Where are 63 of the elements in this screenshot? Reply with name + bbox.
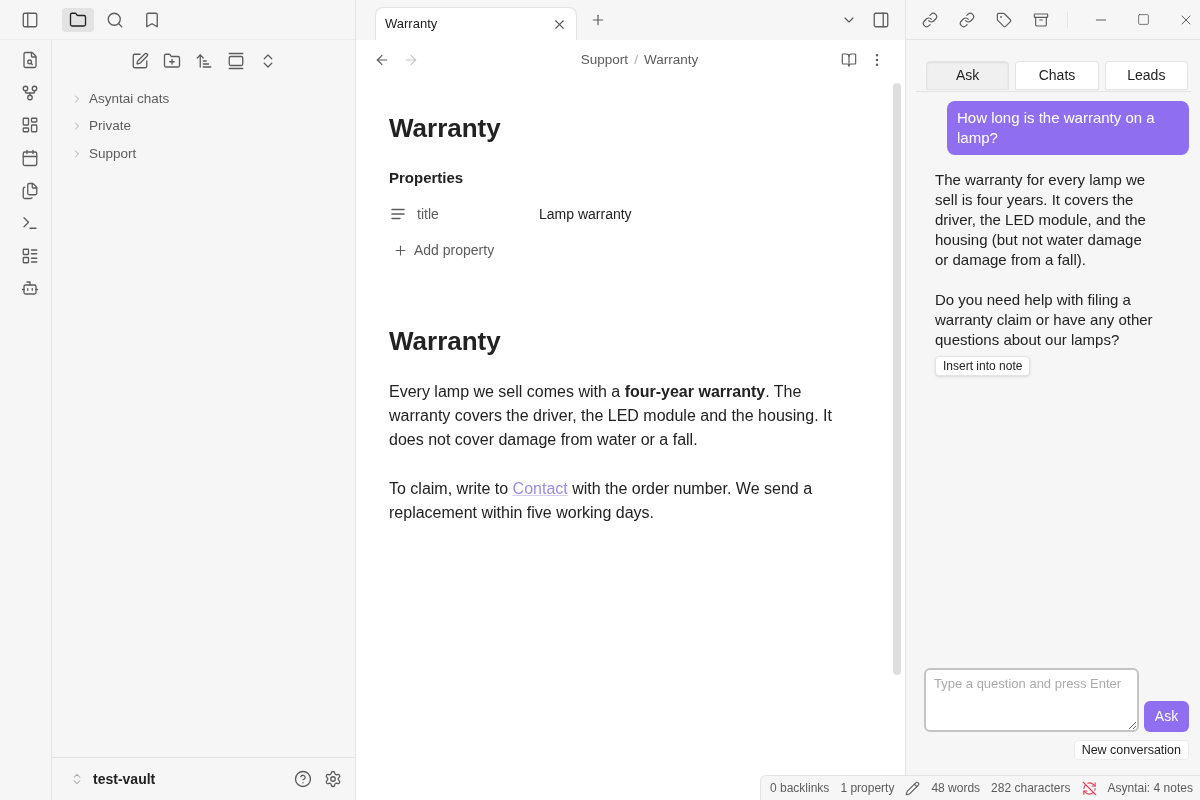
note-heading: Warranty — [389, 325, 502, 357]
archive-icon[interactable] — [1033, 11, 1049, 28]
folder-item[interactable]: Asyntai chats — [52, 85, 355, 113]
note-title: Warranty — [389, 112, 502, 144]
assistant-message: Do you need help with filing a warranty claim or have any other questions about our lamps? — [935, 290, 1154, 350]
bookmark-icon — [143, 10, 161, 29]
vault-name[interactable]: test-vault — [93, 768, 156, 790]
status-item: 0 backlinks — [770, 780, 830, 797]
sidebar-toggle-icon[interactable] — [21, 10, 39, 29]
back-arrow-icon[interactable] — [374, 52, 390, 68]
paragraph: Every lamp we sell comes with a four-year warranty. The warranty covers the driver, the LED module and the housing. It does not cover damage from water or a fall. — [389, 382, 833, 450]
graph-icon[interactable] — [20, 83, 39, 102]
new-note-icon[interactable] — [130, 52, 149, 70]
search-icon — [106, 10, 124, 29]
files-tab[interactable] — [62, 7, 94, 32]
link-icon[interactable] — [959, 11, 975, 28]
breadcrumb-item[interactable]: Support — [580, 49, 629, 71]
breadcrumb-item[interactable]: Warranty — [643, 49, 699, 71]
insert-into-note-button[interactable]: Insert into note — [935, 356, 1031, 376]
maximize-icon[interactable] — [1137, 13, 1150, 26]
assistant-tab[interactable]: Chats — [1015, 61, 1099, 90]
editor-tab[interactable]: Warranty — [375, 7, 577, 40]
assistant-tab[interactable]: Leads — [1104, 61, 1188, 90]
status-item: 282 characters — [991, 780, 1071, 797]
status-item: 1 property — [840, 780, 895, 797]
folder-icon — [69, 10, 87, 29]
help-icon[interactable] — [294, 770, 312, 788]
status-item: 48 words — [931, 780, 981, 797]
bot-icon[interactable] — [20, 279, 39, 298]
right-sidebar-toggle-icon[interactable] — [872, 11, 890, 29]
dashboard-icon[interactable] — [20, 116, 39, 135]
book-icon[interactable] — [841, 52, 857, 68]
assistant-message: The warranty for every lamp we sell is four years. It covers the driver, the LED module, and the housing (but not water damage or damage from a fall). — [935, 170, 1147, 270]
status-item: Asyntai: 4 notes — [1107, 780, 1193, 797]
folder-item[interactable]: Private — [52, 112, 355, 140]
folder-item[interactable]: Support — [52, 140, 355, 168]
property-name[interactable]: title — [417, 203, 439, 225]
property-value[interactable]: Lamp warranty — [539, 203, 632, 225]
scrollbar[interactable] — [893, 83, 901, 675]
settings-icon[interactable] — [324, 770, 342, 788]
sort-icon[interactable] — [194, 52, 213, 70]
assistant-tab[interactable]: Ask — [926, 61, 1010, 90]
files-icon[interactable] — [20, 181, 39, 200]
sync-off-icon[interactable] — [1081, 780, 1097, 796]
calendar-icon[interactable] — [20, 149, 39, 168]
new-conversation-button[interactable]: New conversation — [1073, 740, 1189, 760]
link-icon[interactable] — [922, 11, 938, 28]
pencil-icon[interactable] — [905, 780, 921, 796]
tag-icon[interactable] — [996, 11, 1012, 28]
text-property-icon — [391, 208, 405, 220]
breadcrumb-separator: / — [634, 50, 638, 69]
new-tab-icon[interactable] — [590, 12, 606, 28]
new-folder-icon[interactable] — [162, 52, 181, 70]
ask-button[interactable]: Ask — [1144, 701, 1189, 732]
collapse-icon[interactable] — [226, 52, 245, 70]
question-input[interactable]: Type a question and press Enter — [924, 668, 1139, 732]
list-icon[interactable] — [20, 246, 39, 265]
paragraph: To claim, write to Contact with the order number. We send a replacement within five working days. — [389, 479, 814, 523]
file-search-icon[interactable] — [20, 51, 39, 70]
properties-heading: Properties — [389, 168, 465, 188]
add-property-button[interactable]: Add property — [389, 235, 495, 265]
plus-icon — [393, 242, 408, 258]
user-message: How long is the warranty on a lamp? — [947, 101, 1189, 155]
